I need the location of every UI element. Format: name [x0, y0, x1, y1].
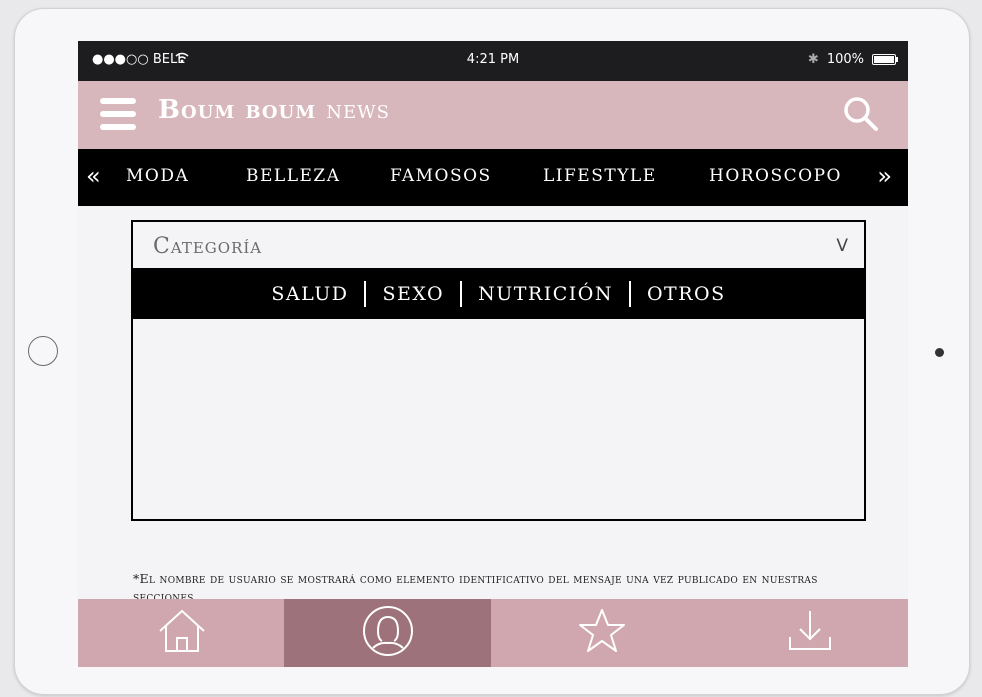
category-options: SALUD SEXO NUTRICIÓN OTROS	[131, 268, 866, 319]
option-otros[interactable]: OTROS	[647, 283, 726, 305]
divider	[460, 280, 463, 307]
chevron-down-icon[interactable]: V	[836, 236, 848, 256]
status-bar: ●●●○○ BELL 4:21 PM ✱ 100%	[78, 41, 908, 81]
status-right: ✱ 100%	[807, 52, 898, 67]
option-nutricion[interactable]: NUTRICIÓN	[478, 283, 613, 305]
menu-icon[interactable]	[100, 98, 136, 130]
tab-favorites[interactable]	[498, 599, 705, 667]
nav-item-horoscopo[interactable]: HOROSCOPO	[709, 166, 842, 186]
brand-bold: Boum boum	[158, 95, 317, 125]
nav-item-famosos[interactable]: FAMOSOS	[390, 166, 492, 186]
nav-item-belleza[interactable]: BELLEZA	[246, 166, 340, 186]
camera-dot	[935, 348, 944, 357]
tab-profile[interactable]	[284, 599, 491, 667]
battery-label: 100%	[826, 52, 864, 67]
nav-left-arrow-icon[interactable]: «	[86, 162, 101, 190]
nav-right-arrow-icon[interactable]: »	[877, 162, 892, 190]
tab-download[interactable]	[706, 599, 908, 667]
user-profile-icon	[361, 604, 415, 662]
tab-home[interactable]	[78, 599, 285, 667]
star-icon	[577, 607, 627, 659]
bottom-tabbar	[78, 599, 908, 667]
divider	[364, 280, 367, 307]
app-screen: ●●●○○ BELL 4:21 PM ✱ 100% Boum boum news…	[78, 41, 908, 667]
category-nav: « MODA BELLEZA FAMOSOS LIFESTYLE HOROSCO…	[78, 149, 908, 206]
brand-logo: Boum boum news	[158, 95, 390, 125]
nav-item-moda[interactable]: MODA	[126, 166, 189, 186]
option-sexo[interactable]: SEXO	[382, 283, 444, 305]
app-header: Boum boum news	[78, 81, 908, 149]
nav-item-lifestyle[interactable]: LIFESTYLE	[543, 166, 657, 186]
divider	[628, 280, 631, 307]
home-hardware-button[interactable]	[28, 336, 58, 366]
option-salud[interactable]: SALUD	[271, 283, 348, 305]
clock: 4:21 PM	[466, 52, 520, 67]
battery-icon	[872, 54, 898, 65]
category-form-box: Categoría V SALUD SEXO NUTRICIÓN OTROS	[131, 220, 866, 521]
home-icon	[157, 608, 207, 658]
brand-light: news	[326, 95, 390, 125]
download-icon	[786, 607, 834, 659]
category-select[interactable]: Categoría	[153, 234, 262, 259]
bluetooth-icon: ✱	[807, 52, 819, 67]
search-icon[interactable]	[842, 95, 880, 133]
